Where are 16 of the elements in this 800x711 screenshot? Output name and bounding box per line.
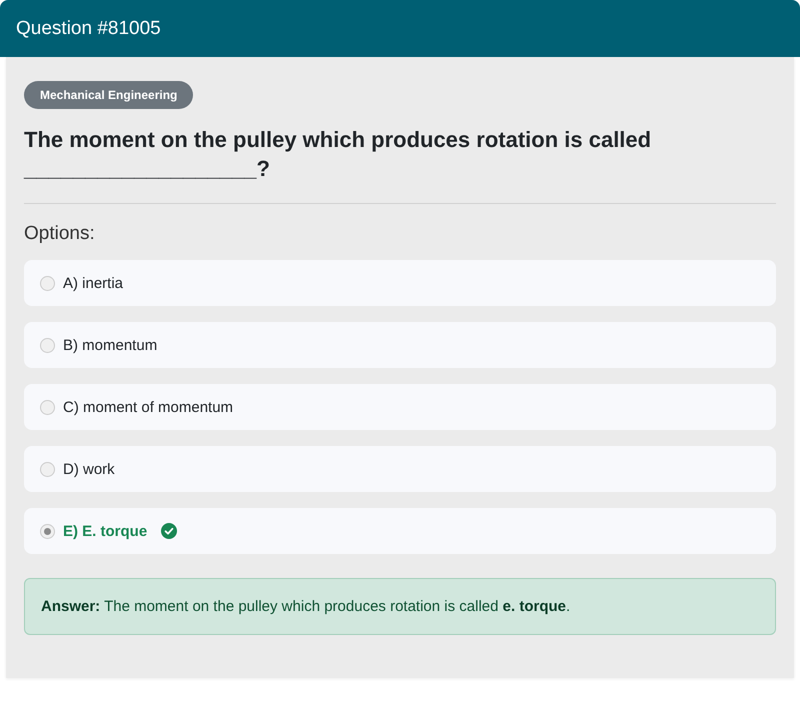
radio-button[interactable] [40,524,55,538]
option-item[interactable]: A) inertia [24,260,776,306]
radio-button[interactable] [40,276,55,290]
question-title: Question #81005 [16,18,161,40]
answer-text: Answer: The moment on the pulley which produces rotation is called e. torque. [41,598,570,615]
category-tag: Mechanical Engineering [24,81,194,109]
option-item[interactable]: E) E. torque [24,508,776,554]
check-circle-icon [161,523,178,539]
question-text: The moment on the pulley which produces rotation is called ___________________? [24,126,652,183]
option-item[interactable]: B) momentum [24,322,776,368]
radio-button[interactable] [40,338,55,352]
radio-button[interactable] [40,462,55,476]
option-item[interactable]: D) work [24,446,776,492]
option-item[interactable]: C) moment of momentum [24,384,776,430]
radio-button[interactable] [40,400,55,414]
options-heading: Options: [24,222,96,246]
